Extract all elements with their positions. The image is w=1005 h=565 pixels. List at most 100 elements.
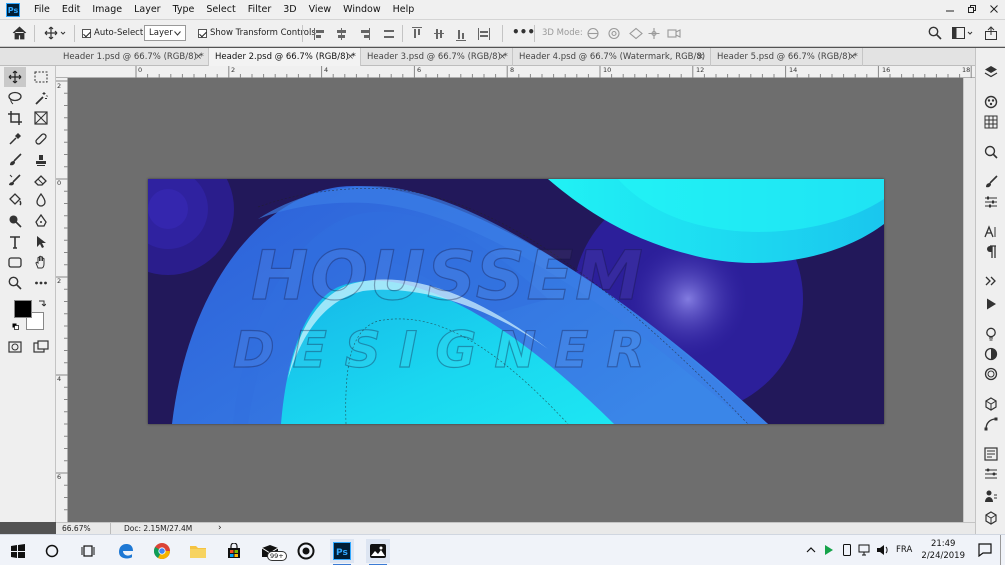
frame-tool[interactable] (30, 108, 52, 128)
mail-taskbar-button[interactable]: 99+ (258, 539, 287, 563)
store-taskbar-button[interactable] (222, 539, 246, 563)
clock[interactable]: 21:49 2/24/2019 (921, 538, 965, 562)
menu-image[interactable]: Image (86, 0, 128, 20)
restore-button[interactable] (961, 0, 983, 18)
play-tray-icon[interactable] (823, 544, 835, 556)
learn-panel-button[interactable] (983, 326, 999, 342)
network-icon[interactable] (858, 544, 870, 556)
tab-header-1[interactable]: Header 1.psd @ 66.7% (RGB/8) * × (57, 48, 209, 66)
lasso-tool[interactable] (4, 88, 26, 108)
patterns-panel-button[interactable] (983, 366, 999, 382)
close-tab-icon[interactable]: × (195, 48, 202, 66)
obs-taskbar-button[interactable] (294, 539, 318, 563)
zoom-tool[interactable] (4, 273, 26, 293)
properties-panel-button[interactable] (983, 446, 999, 462)
canvas-workspace[interactable]: HOUSSEM DESIGNER (68, 78, 963, 522)
align-icons[interactable] (314, 27, 404, 41)
swap-colors-icon[interactable] (38, 299, 46, 307)
history-brush-tool[interactable] (4, 170, 26, 190)
zoom-level[interactable]: 66.67% (62, 524, 91, 533)
close-tab-icon[interactable]: × (849, 48, 856, 66)
close-tab-icon[interactable]: × (499, 48, 506, 66)
hand-tool[interactable] (30, 252, 52, 272)
minimize-button[interactable] (939, 0, 961, 18)
marquee-tool[interactable] (30, 67, 52, 87)
navigator-panel-button[interactable] (983, 144, 999, 160)
timeline-panel-button[interactable] (983, 466, 999, 482)
menu-view[interactable]: View (303, 0, 338, 20)
status-menu-arrow[interactable]: › (218, 523, 222, 533)
close-button[interactable] (983, 0, 1005, 18)
auto-select-checkbox[interactable] (82, 29, 91, 38)
home-button[interactable] (12, 26, 27, 40)
tab-header-5[interactable]: Header 5.psd @ 66.7% (RGB/8) * × (711, 48, 863, 66)
paint-bucket-tool[interactable] (4, 190, 26, 210)
cube-panel-button[interactable] (983, 510, 999, 526)
file-explorer-taskbar-button[interactable] (186, 539, 210, 563)
3d-panel-button[interactable] (983, 396, 999, 412)
device-icon[interactable] (842, 544, 852, 556)
swatches-panel-button[interactable] (983, 114, 999, 130)
magic-wand-tool[interactable] (30, 88, 52, 108)
notifications-icon[interactable] (978, 543, 992, 557)
start-button[interactable] (6, 539, 30, 563)
tab-header-3[interactable]: Header 3.psd @ 66.7% (RGB/8) * × (361, 48, 513, 66)
path-selection-tool[interactable] (30, 232, 52, 252)
character-panel-button[interactable] (983, 224, 999, 240)
screen-mode-button[interactable] (30, 337, 52, 357)
menu-edit[interactable]: Edit (56, 0, 86, 20)
chevron-up-icon[interactable] (806, 546, 816, 554)
default-colors-icon[interactable] (12, 323, 19, 330)
photoshop-taskbar-button[interactable]: Ps (330, 539, 354, 565)
history-panel-button[interactable] (983, 488, 999, 504)
input-language[interactable]: FRA (896, 545, 912, 555)
move-tool[interactable] (4, 67, 26, 87)
blur-tool[interactable] (30, 190, 52, 210)
search-button[interactable] (928, 26, 942, 40)
menu-filter[interactable]: Filter (242, 0, 278, 20)
brush-settings-button[interactable] (983, 174, 999, 190)
show-transform-checkbox[interactable] (198, 29, 207, 38)
menu-file[interactable]: File (28, 0, 56, 20)
paragraph-panel-button[interactable] (983, 244, 999, 260)
crop-tool[interactable] (4, 108, 26, 128)
search-taskbar-button[interactable] (40, 539, 64, 563)
menu-window[interactable]: Window (337, 0, 386, 20)
auto-select-target-dropdown[interactable]: Layer (144, 25, 186, 41)
menu-select[interactable]: Select (200, 0, 241, 20)
channels-panel-button[interactable] (983, 94, 999, 110)
close-tab-icon[interactable]: × (347, 48, 354, 66)
dodge-tool[interactable] (4, 211, 26, 231)
clone-stamp-tool[interactable] (30, 150, 52, 170)
menu-help[interactable]: Help (387, 0, 421, 20)
show-desktop-button[interactable] (1000, 535, 1001, 565)
task-view-button[interactable] (76, 539, 100, 563)
eyedropper-tool[interactable] (4, 129, 26, 149)
menu-type[interactable]: Type (167, 0, 201, 20)
menu-layer[interactable]: Layer (128, 0, 167, 20)
actions-panel-button[interactable] (983, 296, 999, 312)
workspace-button[interactable] (952, 26, 974, 40)
foreground-color-swatch[interactable] (14, 300, 32, 318)
color-panel-button[interactable] (983, 346, 999, 362)
edge-taskbar-button[interactable] (114, 539, 138, 563)
brush-tool[interactable] (4, 150, 26, 170)
pen-tool[interactable] (30, 211, 52, 231)
edit-toolbar-button[interactable] (30, 273, 52, 293)
close-tab-icon[interactable]: × (697, 48, 704, 66)
tab-header-4[interactable]: Header 4.psd @ 66.7% (Watermark, RGB/8) … (513, 48, 711, 80)
tab-header-2[interactable]: Header 2.psd @ 66.7% (RGB/8) * × (209, 48, 361, 66)
3d-mode-icons[interactable] (586, 26, 682, 41)
chrome-taskbar-button[interactable] (150, 539, 174, 563)
healing-brush-tool[interactable] (30, 129, 52, 149)
menu-3d[interactable]: 3D (277, 0, 302, 20)
eraser-tool[interactable] (30, 170, 52, 190)
paths-panel-button[interactable] (983, 416, 999, 432)
share-button[interactable] (984, 26, 998, 40)
volume-icon[interactable] (876, 544, 890, 556)
distribute-icons[interactable] (412, 27, 502, 41)
adjustments-panel-button[interactable] (983, 194, 999, 210)
more-options-button[interactable]: ••• (512, 25, 535, 39)
photos-taskbar-button[interactable] (366, 539, 390, 565)
layers-panel-button[interactable] (983, 64, 999, 80)
